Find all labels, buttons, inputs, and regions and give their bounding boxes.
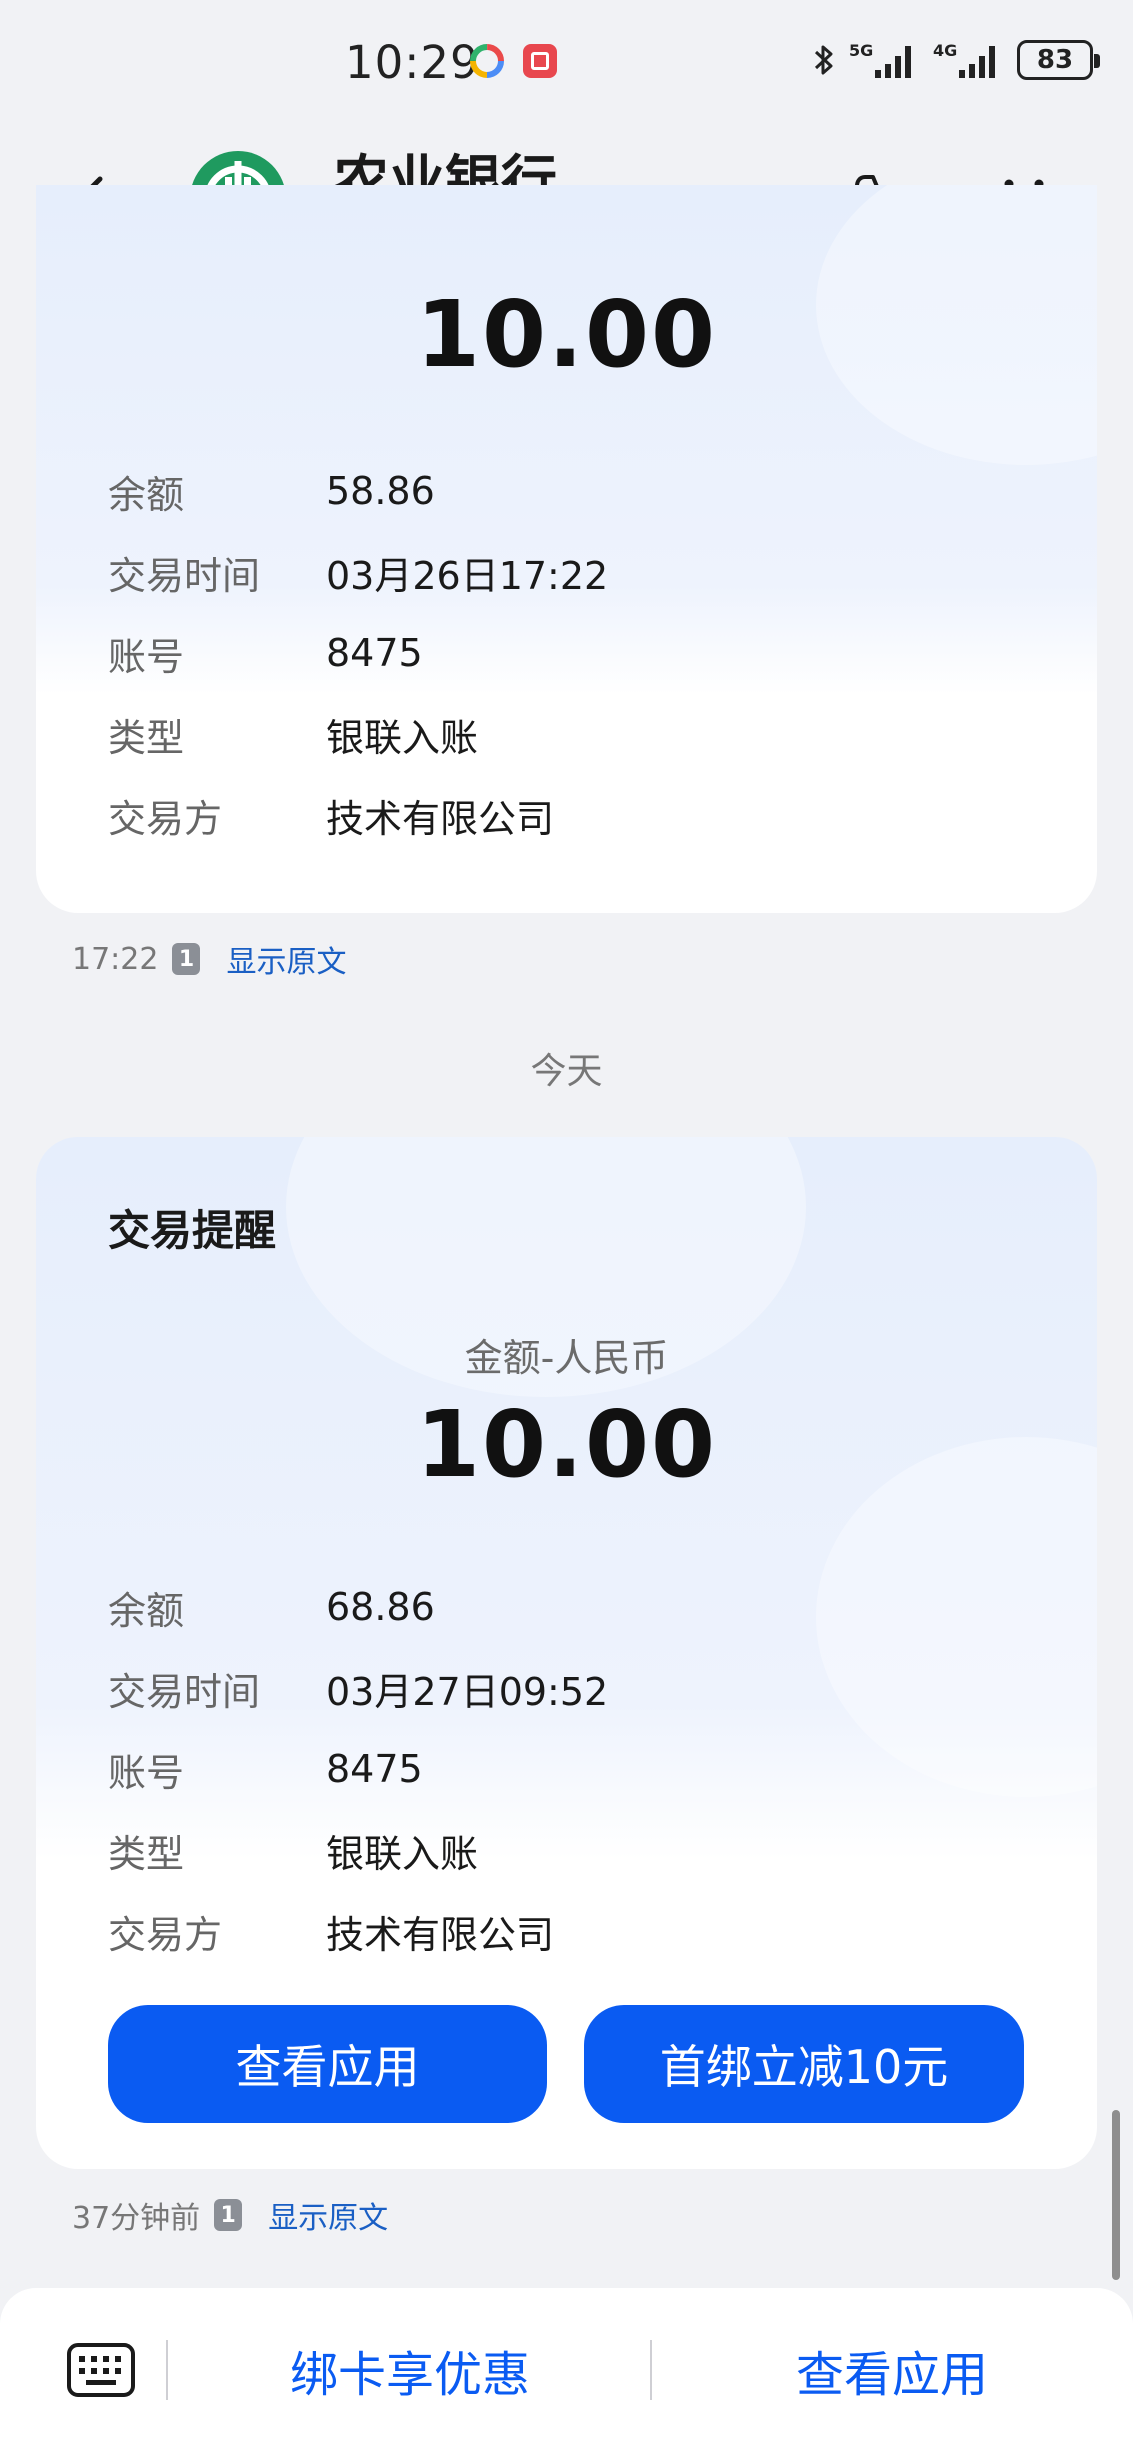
field-key: 类型 (108, 715, 185, 760)
message-meta-1: 17:22 1 显示原文 (72, 937, 346, 981)
field-key: 交易时间 (108, 553, 261, 598)
field-key: 交易时间 (108, 1669, 261, 1714)
field-key: 交易方 (108, 796, 223, 841)
sms-conversation-screen: 10:29 5G 4G 83 农业银行 10.00 余额 58.86 交易时间 … (0, 0, 1133, 2453)
field-key: 余额 (108, 1588, 185, 1633)
field-value: 58.86 (326, 469, 435, 513)
field-value: 技术有限公司 (326, 1912, 555, 1957)
transaction-amount: 10.00 (415, 1391, 717, 1498)
date-separator: 今天 (530, 1051, 603, 1092)
show-original-link[interactable]: 显示原文 (268, 2193, 388, 2237)
field-value: 技术有限公司 (326, 796, 555, 841)
app-notification-icon (470, 44, 504, 78)
show-original-link[interactable]: 显示原文 (226, 937, 346, 981)
status-bar: 10:29 5G 4G 83 (0, 0, 1133, 125)
signal-4g-icon: 4G (933, 41, 995, 78)
field-key: 账号 (108, 634, 185, 679)
field-value: 银联入账 (326, 715, 479, 760)
field-value: 03月26日17:22 (326, 553, 609, 598)
keyboard-icon (67, 2343, 135, 2397)
field-row-type: 类型 银联入账 (108, 1820, 478, 1880)
field-value: 8475 (326, 631, 423, 675)
field-key: 交易方 (108, 1912, 223, 1957)
network-5g-label: 5G (849, 41, 873, 60)
message-card-1[interactable]: 10.00 余额 58.86 交易时间 03月26日17:22 账号 8475 … (36, 185, 1097, 913)
signal-5g-icon: 5G (849, 41, 911, 78)
first-bind-discount-button[interactable]: 首绑立减10元 (584, 2005, 1024, 2123)
field-value: 8475 (326, 1747, 423, 1791)
field-row-type: 类型 银联入账 (108, 704, 478, 764)
bluetooth-icon (814, 45, 833, 75)
bottom-view-app-link[interactable]: 查看应用 (672, 2328, 1112, 2412)
field-row-balance: 余额 68.86 (108, 1577, 435, 1637)
menu-divider (650, 2340, 652, 2400)
field-key: 类型 (108, 1831, 185, 1876)
field-value: 68.86 (326, 1585, 435, 1629)
field-row-account: 账号 8475 (108, 623, 423, 683)
menu-divider (166, 2340, 168, 2400)
field-key: 余额 (108, 472, 185, 517)
bottom-menu-bar: 绑卡享优惠 查看应用 (0, 2288, 1133, 2453)
field-row-account: 账号 8475 (108, 1739, 423, 1799)
sim-1-icon: 1 (172, 943, 201, 975)
battery-indicator: 83 (1017, 40, 1100, 80)
scrollbar-thumb[interactable] (1112, 2110, 1120, 2280)
card-title: 交易提醒 (108, 1206, 277, 1255)
transaction-amount: 10.00 (415, 281, 717, 388)
field-key: 账号 (108, 1750, 185, 1795)
field-row-counterparty: 交易方 技术有限公司 (108, 1901, 554, 1961)
field-value: 银联入账 (326, 1831, 479, 1876)
bind-card-offer-link[interactable]: 绑卡享优惠 (190, 2328, 630, 2412)
status-time: 10:29 (345, 36, 480, 89)
message-card-2[interactable]: 交易提醒 金额-人民币 10.00 余额 68.86 交易时间 03月27日09… (36, 1137, 1097, 2169)
status-indicators: 5G 4G 83 (813, 38, 1100, 82)
message-meta-2: 37分钟前 1 显示原文 (72, 2193, 388, 2237)
keyboard-toggle-button[interactable] (66, 2342, 136, 2398)
field-value: 03月27日09:52 (326, 1669, 609, 1714)
network-4g-label: 4G (933, 41, 957, 60)
field-row-time: 交易时间 03月27日09:52 (108, 1658, 608, 1718)
amount-label: 金额-人民币 (464, 1336, 669, 1380)
field-row-balance: 余额 58.86 (108, 461, 435, 521)
message-time: 37分钟前 (72, 2201, 201, 2236)
sim-1-icon: 1 (214, 2199, 243, 2231)
battery-level: 83 (1036, 45, 1074, 75)
view-app-button[interactable]: 查看应用 (108, 2005, 547, 2123)
field-row-time: 交易时间 03月26日17:22 (108, 542, 608, 602)
book-app-icon (523, 44, 557, 78)
field-row-counterparty: 交易方 技术有限公司 (108, 785, 554, 845)
message-time: 17:22 (72, 941, 159, 977)
